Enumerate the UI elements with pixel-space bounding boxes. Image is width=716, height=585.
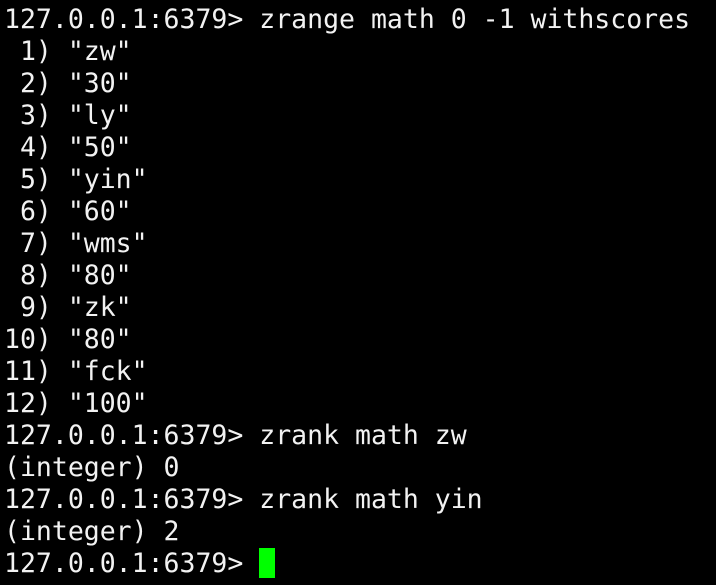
terminal-line: 12) "100"	[4, 388, 148, 419]
terminal-line: (integer) 2	[4, 516, 180, 547]
terminal-line: 127.0.0.1:6379> zrank math yin	[4, 484, 483, 515]
terminal-line: 4) "50"	[4, 132, 132, 163]
shell-prompt: 127.0.0.1:6379>	[4, 548, 260, 579]
terminal-line: 127.0.0.1:6379> zrank math zw	[4, 420, 467, 451]
terminal-line: 127.0.0.1:6379> zrange math 0 -1 withsco…	[4, 4, 691, 35]
terminal-line: 6) "60"	[4, 196, 132, 227]
terminal-line: (integer) 0	[4, 452, 180, 483]
terminal-line: 11) "fck"	[4, 356, 148, 387]
terminal-line: 1) "zw"	[4, 36, 132, 67]
terminal-line: 2) "30"	[4, 68, 132, 99]
terminal-line: 7) "wms"	[4, 228, 148, 259]
terminal-line: 8) "80"	[4, 260, 132, 291]
terminal-line: 3) "ly"	[4, 100, 132, 131]
terminal-line: 10) "80"	[4, 324, 132, 355]
terminal-line: 9) "zk"	[4, 292, 132, 323]
command-input-line[interactable]: 127.0.0.1:6379>	[4, 548, 716, 580]
terminal-line: 5) "yin"	[4, 164, 148, 195]
text-cursor	[259, 548, 276, 578]
terminal-window[interactable]: 127.0.0.1:6379> zrange math 0 -1 withsco…	[0, 0, 716, 585]
